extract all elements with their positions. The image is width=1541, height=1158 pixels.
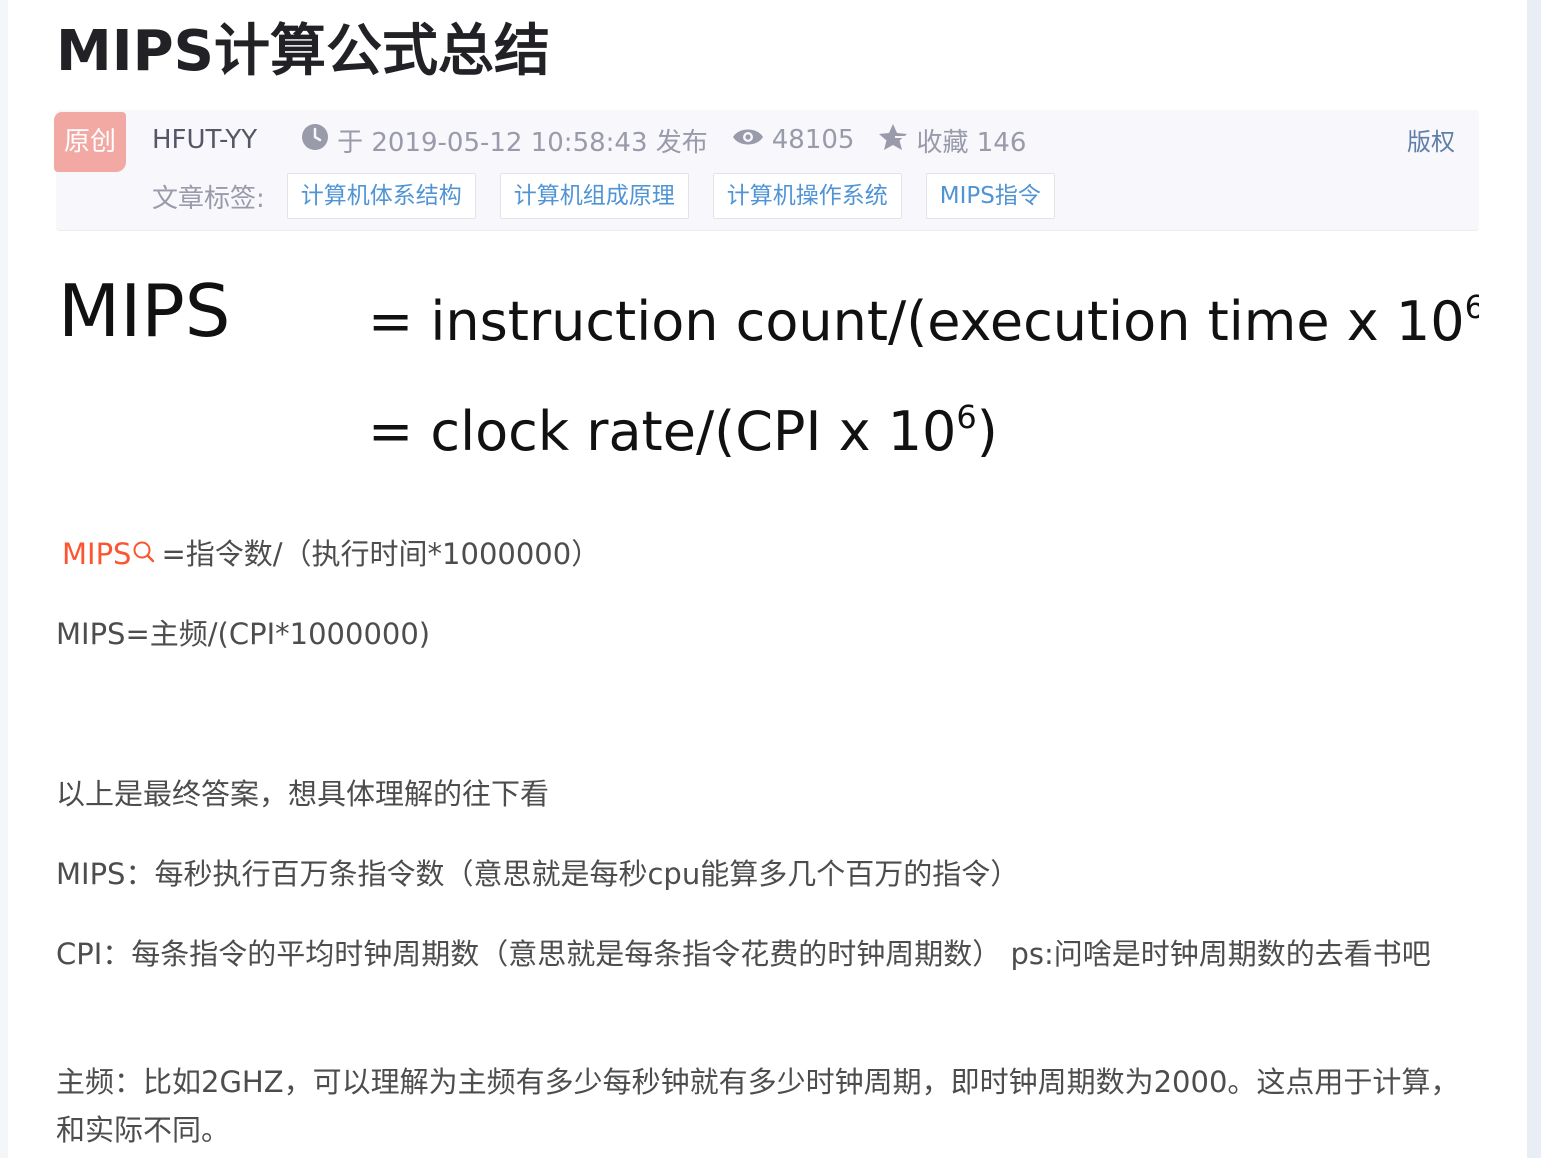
favorite-count-text: 收藏 146 (916, 127, 1027, 158)
paragraph-3: 以上是最终答案，想具体理解的往下看 (56, 777, 550, 811)
paragraph-5: CPI：每条指令的平均时钟周期数（意思就是每条指令花费的时钟周期数） ps:问啥… (56, 937, 1431, 971)
favorite-button[interactable]: 收藏 146 (878, 122, 1026, 159)
paragraph-4: MIPS：每秒执行百万条指令数（意思就是每秒cpu能算多几个百万的指令） (56, 857, 1020, 891)
formula-line2: = clock rate/(CPI x 106) (368, 398, 998, 463)
eye-icon (732, 125, 764, 155)
tag-operating-system[interactable]: 计算机操作系统 (712, 173, 902, 219)
tags-label: 文章标签: (152, 183, 265, 214)
author-link[interactable]: HFUT-YY (152, 125, 257, 155)
search-icon[interactable] (131, 532, 157, 580)
meta-info-row: HFUT-YY 于 2019-05-12 10:58:43 发布 48105 收… (152, 120, 1050, 160)
star-icon (878, 123, 908, 158)
mips-keyword-link[interactable]: MIPS (62, 537, 131, 571)
right-scroll-gutter[interactable] (1527, 0, 1541, 1158)
tag-computer-organization[interactable]: 计算机组成原理 (499, 173, 689, 219)
left-gutter (0, 0, 8, 1158)
original-badge: 原创 (54, 112, 126, 172)
tag-computer-architecture[interactable]: 计算机体系结构 (286, 173, 476, 219)
paragraph-1-text: =指令数/（执行时间*1000000） (161, 537, 601, 571)
formula-line1: = instruction count/(execution time x 10… (368, 288, 1479, 353)
view-count: 48105 (732, 125, 855, 155)
article-title: MIPS计算公式总结 (56, 19, 550, 84)
formula-lhs: MIPS (58, 269, 230, 353)
article-meta-box: 原创 HFUT-YY 于 2019-05-12 10:58:43 发布 4810… (54, 110, 1479, 231)
copyright-link[interactable]: 版权 (1407, 124, 1455, 160)
paragraph-6: 主频：比如2GHZ，可以理解为主频有多少每秒钟就有多少时钟周期，即时钟周期数为2… (56, 1065, 1460, 1147)
paragraph-1: MIPS =指令数/（执行时间*1000000） (56, 530, 1479, 580)
page: MIPS计算公式总结 原创 HFUT-YY 于 2019-05-12 10:58… (0, 0, 1541, 1158)
publish-time: 于 2019-05-12 10:58:43 发布 (301, 122, 708, 159)
publish-time-text: 于 2019-05-12 10:58:43 发布 (337, 127, 708, 158)
formula-image: MIPS = instruction count/(execution time… (58, 269, 1479, 463)
clock-icon (301, 123, 329, 158)
tags-row: 文章标签: 计算机体系结构 计算机组成原理 计算机操作系统 MIPS指令 (152, 172, 1079, 220)
view-count-text: 48105 (771, 125, 855, 155)
paragraph-2: MIPS=主频/(CPI*1000000) (56, 617, 431, 651)
tag-mips-instruction[interactable]: MIPS指令 (925, 173, 1055, 219)
